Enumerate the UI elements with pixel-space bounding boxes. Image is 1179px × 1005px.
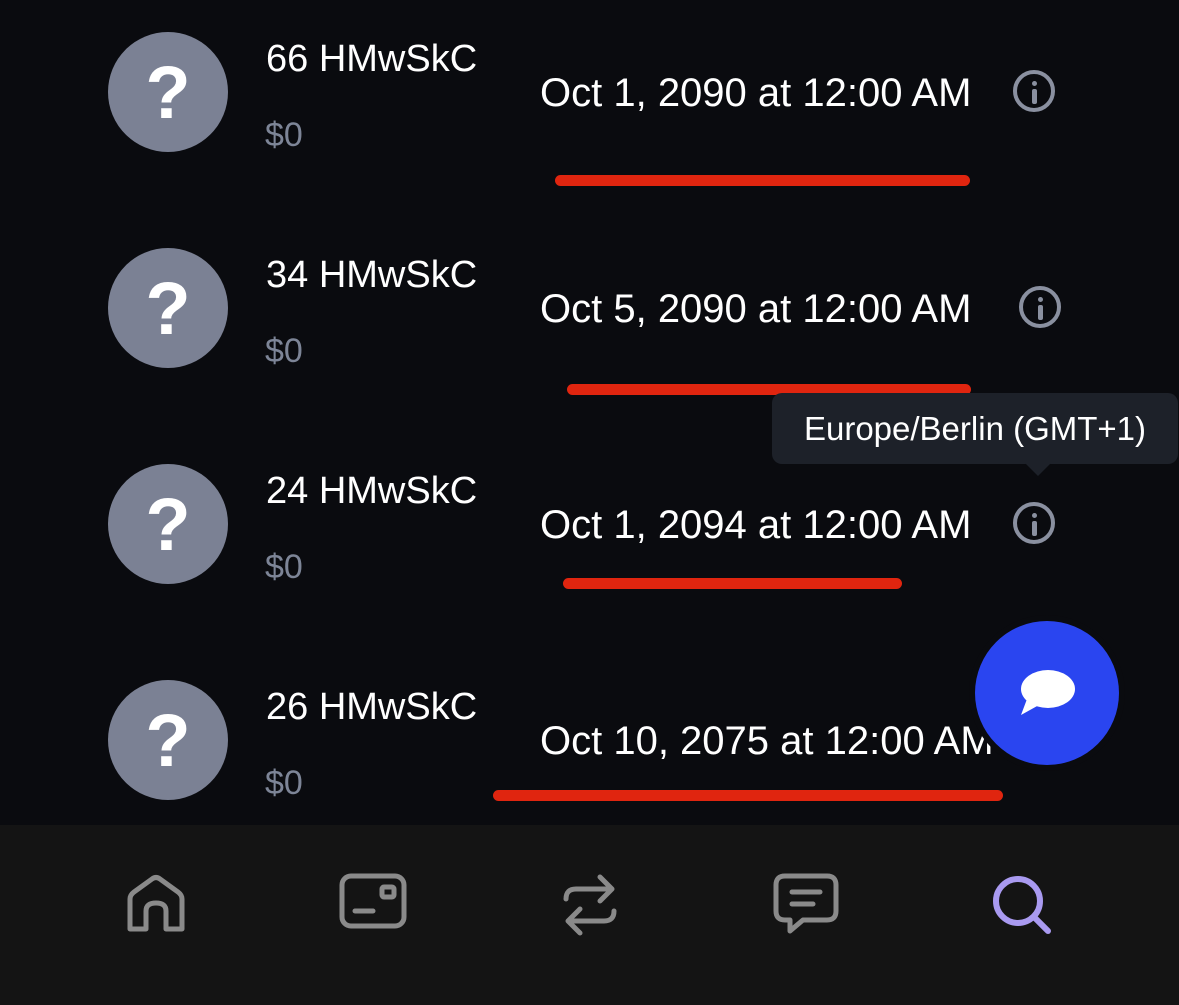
swap-arrows-icon: [563, 874, 617, 936]
item-amount: $0: [265, 332, 303, 370]
red-underline-annotation: [493, 790, 1003, 801]
placeholder-avatar: ?: [108, 680, 228, 800]
tab-messages[interactable]: [756, 873, 856, 973]
chat-fab-button[interactable]: [975, 621, 1119, 765]
tab-search[interactable]: [972, 873, 1072, 973]
placeholder-avatar: ?: [108, 32, 228, 152]
item-name: 66 HMwSkC: [266, 38, 478, 80]
list-item[interactable]: ? 24 HMwSkC $0 Oct 1, 2094 at 12:00 AM: [0, 432, 1179, 648]
item-name: 26 HMwSkC: [266, 686, 478, 728]
info-icon[interactable]: [1013, 502, 1055, 544]
item-name: 34 HMwSkC: [266, 254, 478, 296]
chat-bubble-icon: [1021, 670, 1075, 715]
wallet-card-icon: [339, 873, 407, 929]
item-date: Oct 1, 2090 at 12:00 AM: [540, 71, 972, 115]
item-date: Oct 1, 2094 at 12:00 AM: [540, 503, 972, 547]
home-icon: [127, 875, 185, 932]
placeholder-avatar: ?: [108, 248, 228, 368]
tab-swap[interactable]: [540, 873, 640, 973]
placeholder-avatar: ?: [108, 464, 228, 584]
tooltip-arrow: [1025, 463, 1051, 476]
info-icon[interactable]: [1013, 70, 1055, 112]
bottom-tab-bar: [0, 825, 1179, 1005]
item-amount: $0: [265, 548, 303, 586]
item-amount: $0: [265, 116, 303, 154]
red-underline-annotation: [563, 578, 902, 589]
timezone-tooltip: Europe/Berlin (GMT+1): [772, 393, 1178, 464]
item-date: Oct 5, 2090 at 12:00 AM: [540, 287, 972, 331]
tab-wallet[interactable]: [323, 873, 423, 973]
red-underline-annotation: [555, 175, 970, 186]
info-icon[interactable]: [1019, 286, 1061, 328]
item-amount: $0: [265, 764, 303, 802]
item-date: Oct 10, 2075 at 12:00 AM: [540, 719, 994, 763]
item-name: 24 HMwSkC: [266, 470, 478, 512]
search-icon: [993, 876, 1051, 934]
list-item[interactable]: ? 66 HMwSkC $0 Oct 1, 2090 at 12:00 AM: [0, 0, 1179, 216]
app-screen: ? 66 HMwSkC $0 Oct 1, 2090 at 12:00 AM ?…: [0, 0, 1179, 1005]
tab-home[interactable]: [106, 873, 206, 973]
message-icon: [773, 873, 839, 934]
